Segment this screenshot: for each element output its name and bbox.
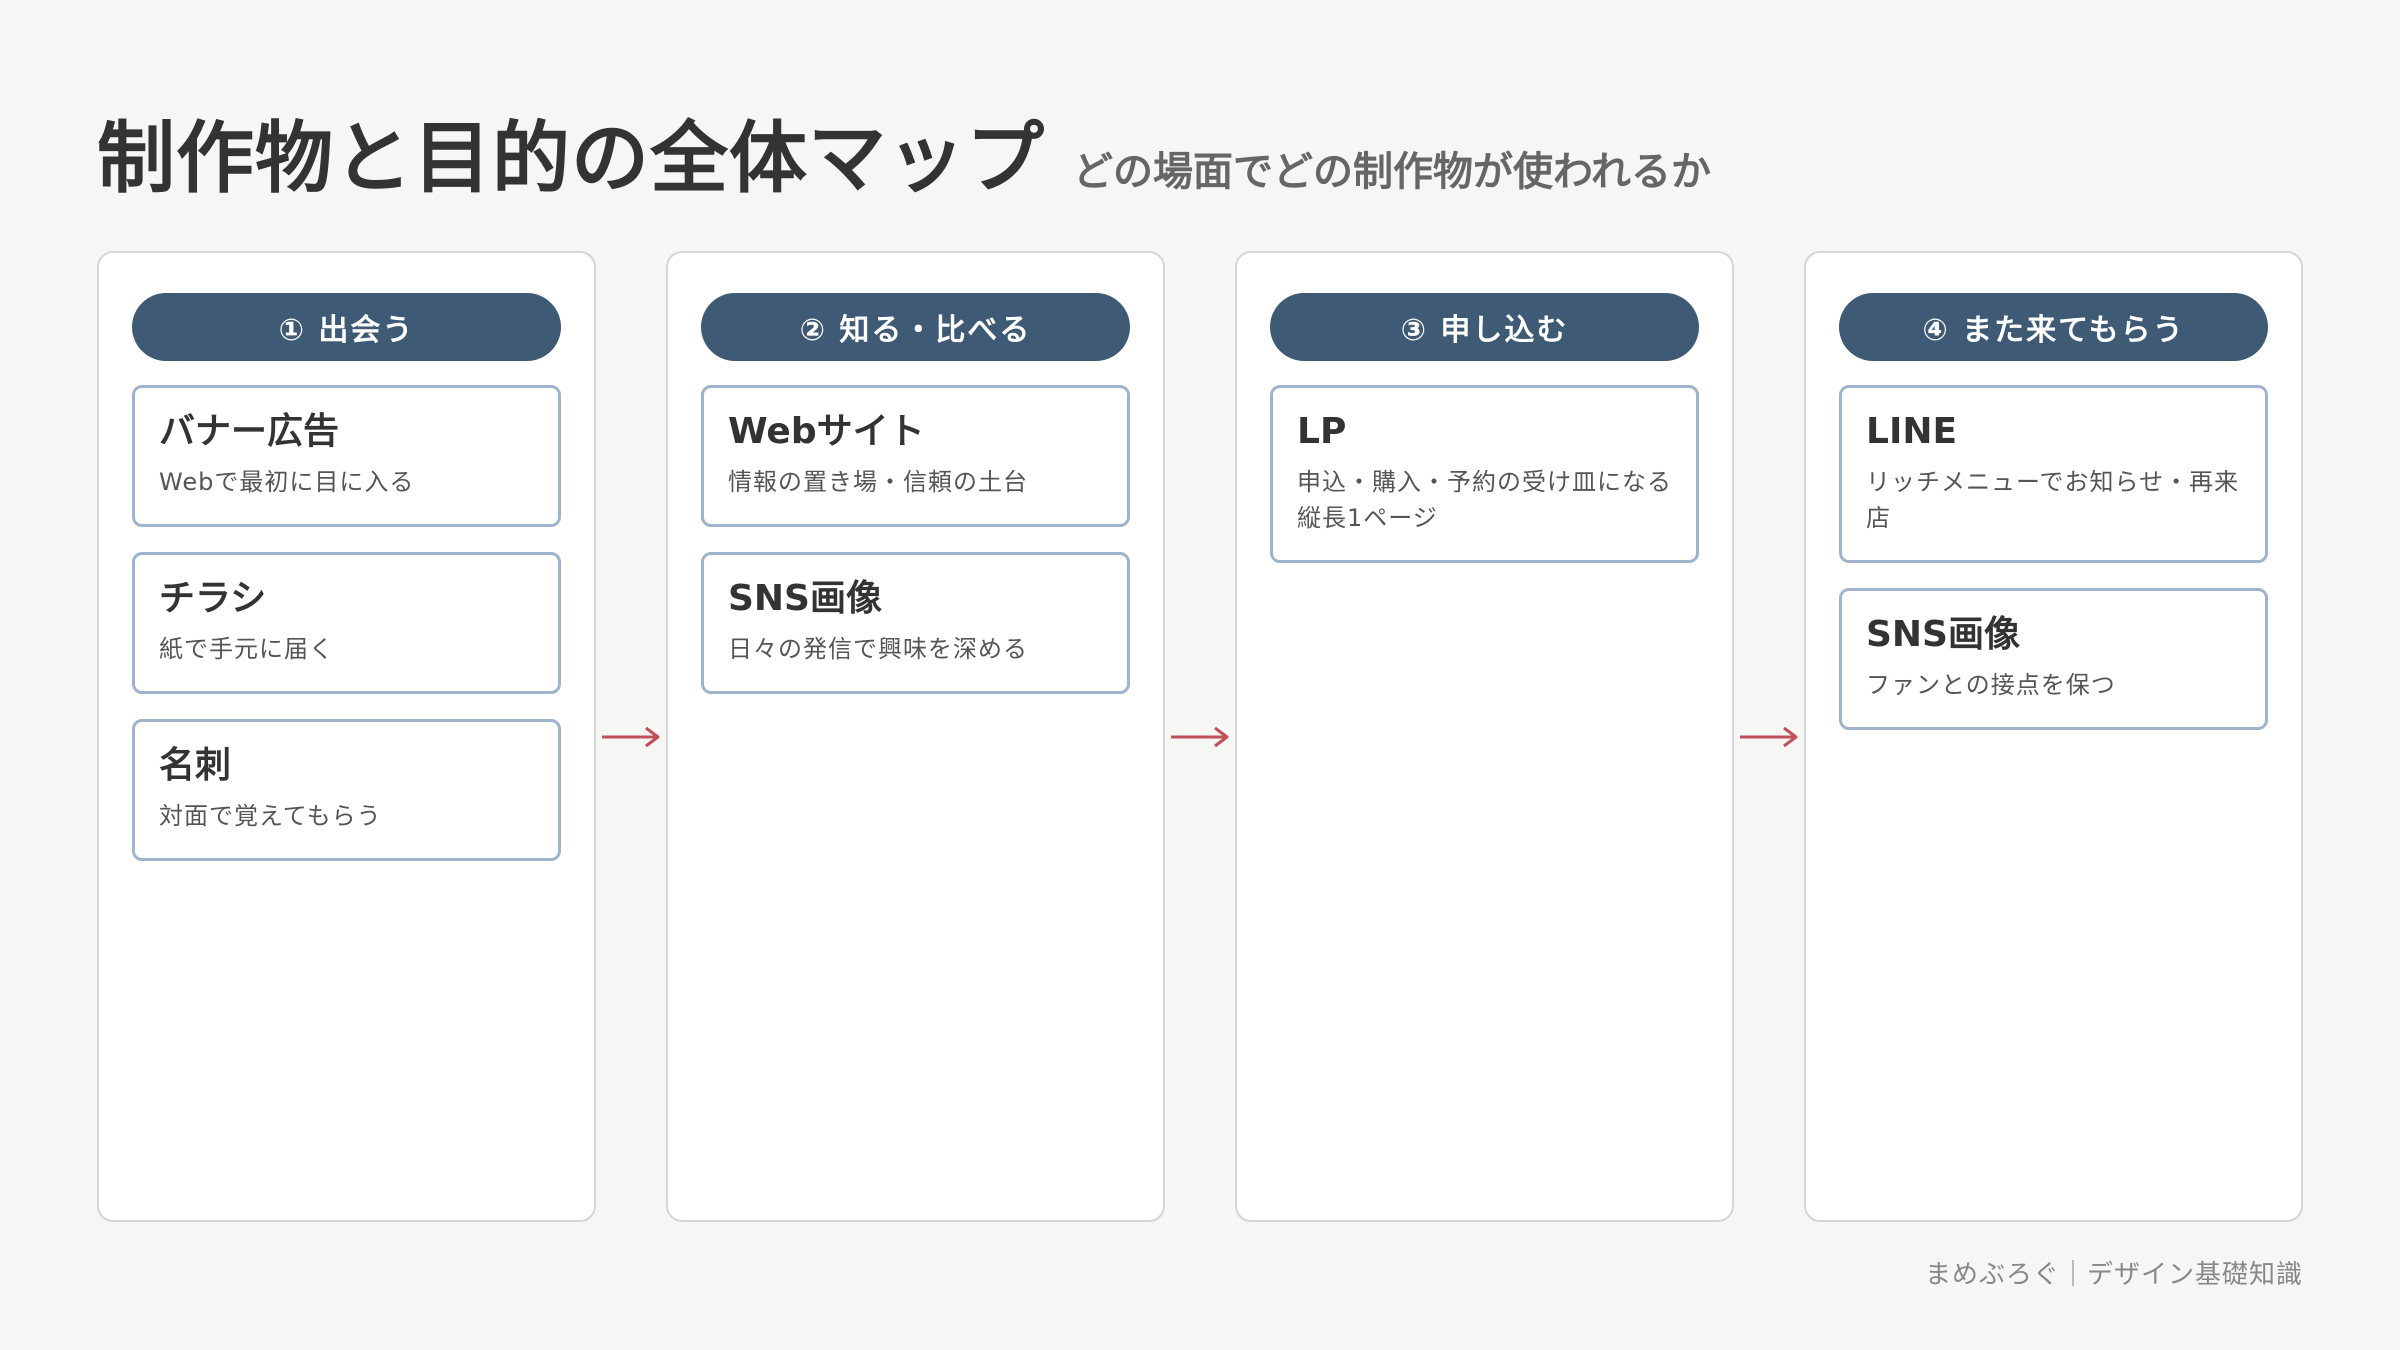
flow-arrow-icon (1165, 251, 1235, 1222)
stage-label: ④ また来てもらう (1839, 293, 2268, 361)
page-subtitle: どの場面でどの制作物が使われるか (1073, 149, 1712, 195)
stage-column-4: ④ また来てもらう LINE リッチメニューでお知らせ・再来店 SNS画像 ファ… (1804, 251, 2303, 1222)
header: 制作物と目的の全体マップ どの場面でどの制作物が使われるか (97, 96, 1711, 208)
card-description: 申込・購入・予約の受け皿になる縦長1ページ (1297, 468, 1672, 532)
card-description: 紙で手元に届く (159, 635, 334, 663)
card-description: Webで最初に目に入る (159, 468, 415, 496)
card-title: Webサイト (728, 411, 925, 452)
card-title: SNS画像 (728, 578, 882, 619)
card-description: 対面で覚えてもらう (159, 802, 382, 830)
deliverable-card: LINE リッチメニューでお知らせ・再来店 (1839, 385, 2268, 563)
card-description: リッチメニューでお知らせ・再来店 (1866, 468, 2240, 532)
deliverable-card: 名刺 対面で覚えてもらう (132, 719, 561, 861)
page-title: 制作物と目的の全体マップ (97, 114, 1046, 204)
card-title: 名刺 (159, 745, 232, 786)
card-description: 情報の置き場・信頼の土台 (728, 468, 1028, 496)
flow-arrow-icon (596, 251, 666, 1222)
stage-columns: ① 出会う バナー広告 Webで最初に目に入る チラシ 紙で手元に届く 名刺 対… (97, 251, 2303, 1222)
card-description: ファンとの接点を保つ (1866, 671, 2116, 699)
stage-column-3: ③ 申し込む LP 申込・購入・予約の受け皿になる縦長1ページ (1235, 251, 1734, 1222)
footer-credit: まめぶろぐ｜デザイン基礎知識 (1924, 1260, 2303, 1290)
stage-column-2: ② 知る・比べる Webサイト 情報の置き場・信頼の土台 SNS画像 日々の発信… (666, 251, 1165, 1222)
flow-arrow-icon (1734, 251, 1804, 1222)
card-description: 日々の発信で興味を深める (728, 635, 1028, 663)
deliverable-card: Webサイト 情報の置き場・信頼の土台 (701, 385, 1130, 527)
card-title: SNS画像 (1866, 614, 2020, 655)
deliverable-card: SNS画像 日々の発信で興味を深める (701, 552, 1130, 694)
stage-label: ① 出会う (132, 293, 561, 361)
card-title: バナー広告 (159, 411, 340, 452)
deliverable-card: LP 申込・購入・予約の受け皿になる縦長1ページ (1270, 385, 1699, 563)
stage-label: ② 知る・比べる (701, 293, 1130, 361)
stage-label: ③ 申し込む (1270, 293, 1699, 361)
card-title: LP (1297, 411, 1347, 452)
stage-column-1: ① 出会う バナー広告 Webで最初に目に入る チラシ 紙で手元に届く 名刺 対… (97, 251, 596, 1222)
card-title: チラシ (159, 578, 267, 619)
card-title: LINE (1866, 411, 1958, 452)
deliverable-card: SNS画像 ファンとの接点を保つ (1839, 588, 2268, 730)
deliverable-card: チラシ 紙で手元に届く (132, 552, 561, 694)
deliverable-card: バナー広告 Webで最初に目に入る (132, 385, 561, 527)
